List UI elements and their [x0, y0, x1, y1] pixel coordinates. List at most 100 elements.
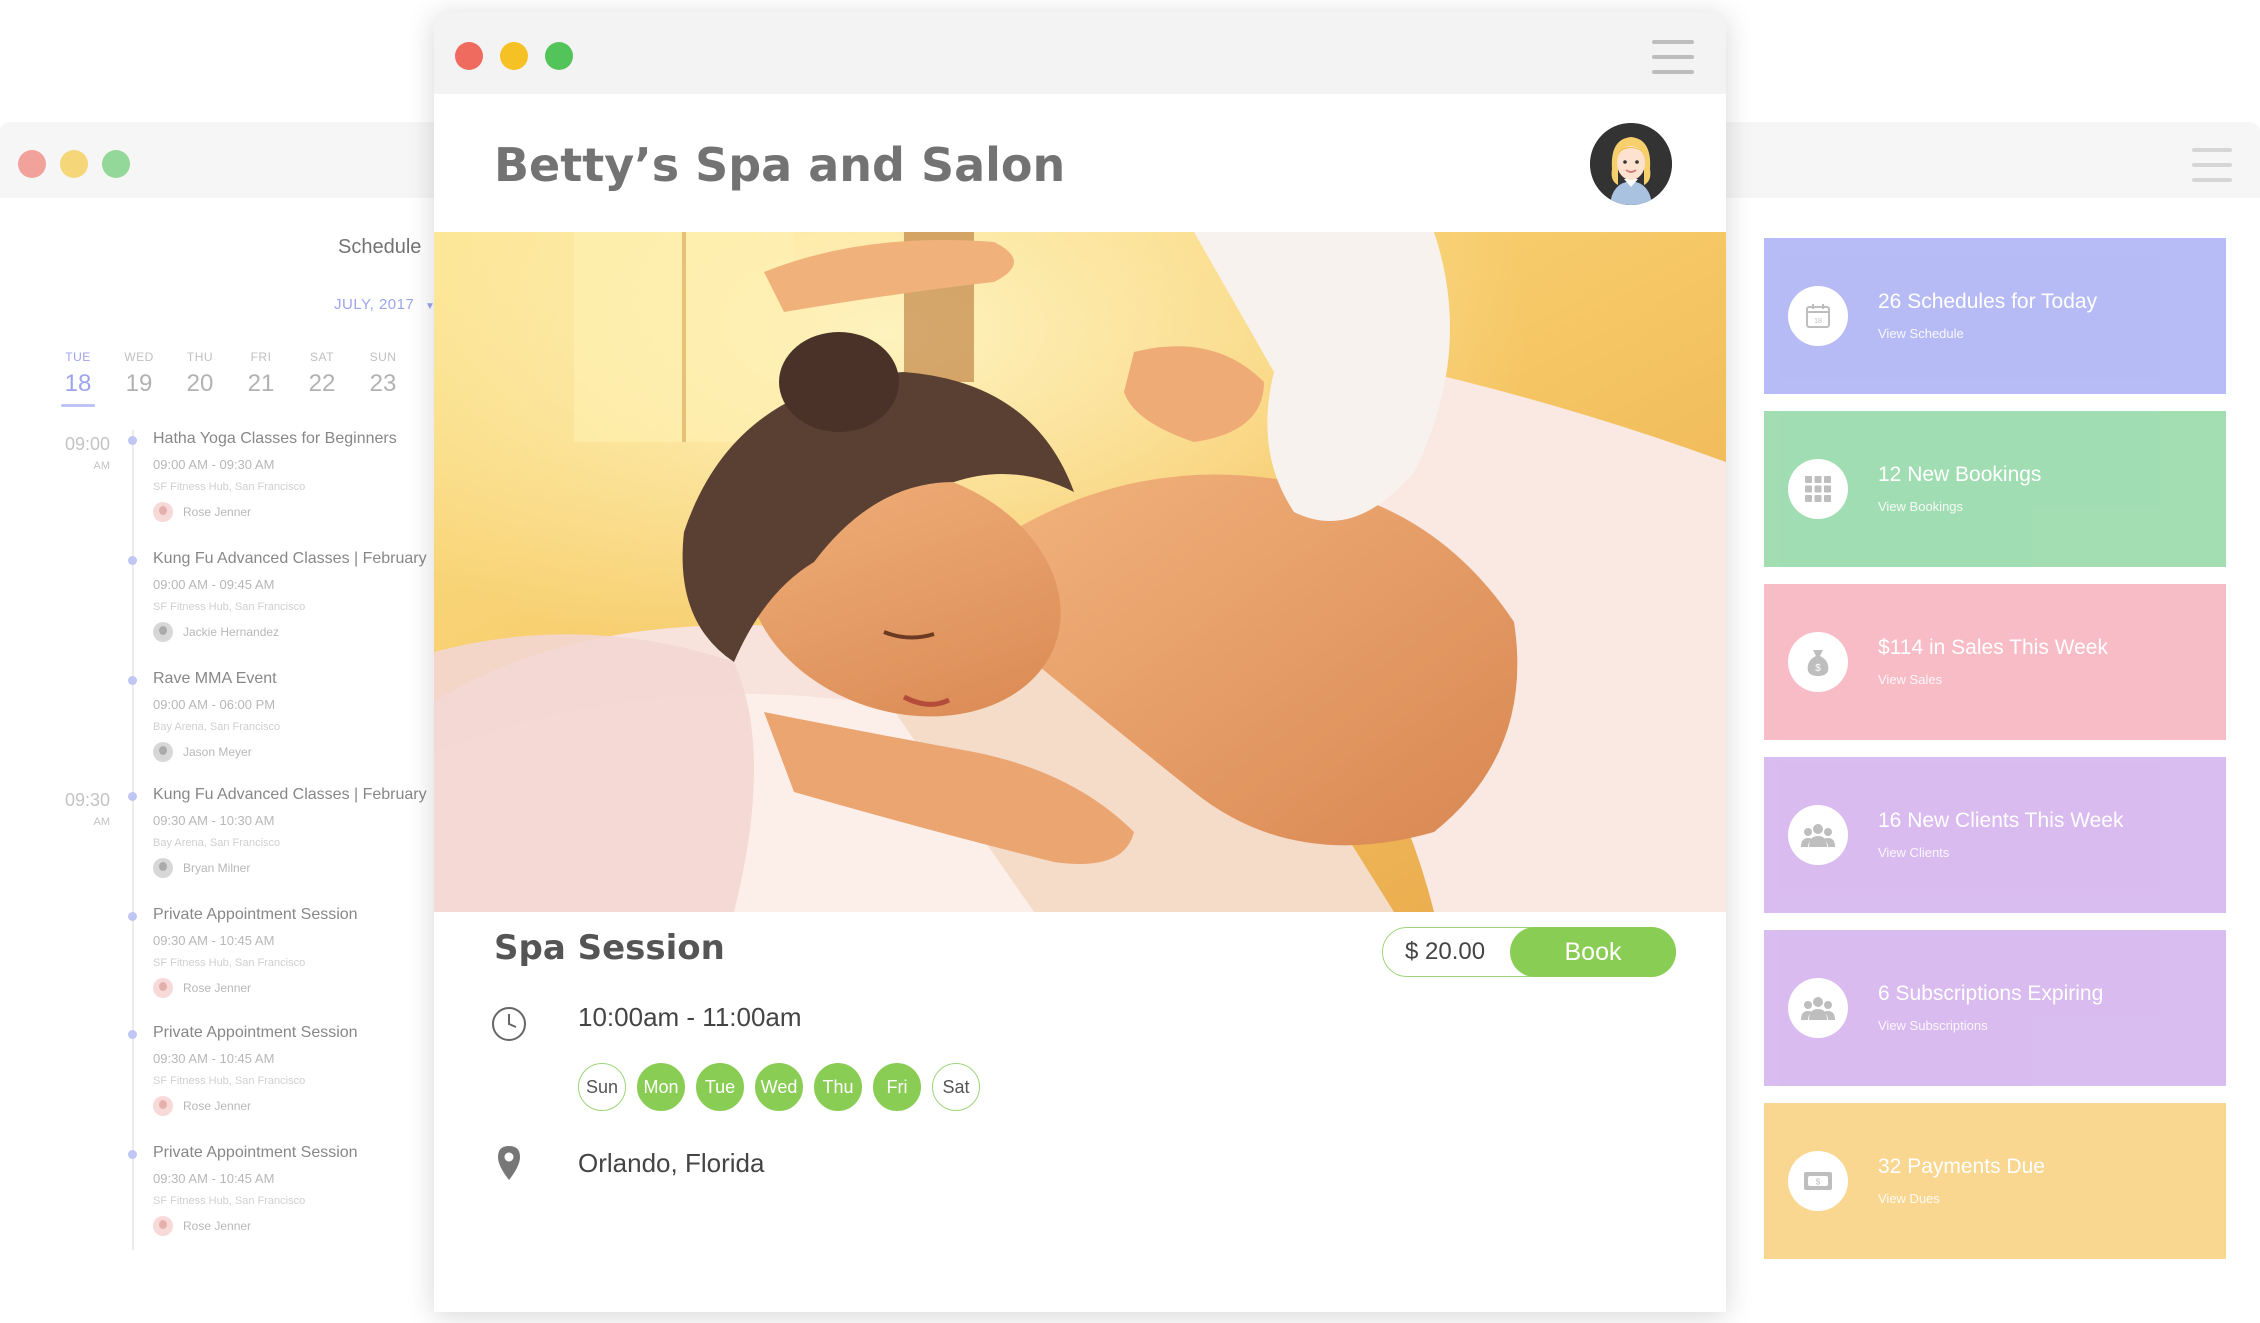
- day-name: SUN: [369, 350, 397, 364]
- instructor-avatar: [153, 1216, 173, 1236]
- schedule-list: 09:00 AM 09:30 AM Hatha Yoga Classes for…: [0, 430, 440, 1323]
- svg-text:$: $: [1815, 663, 1821, 674]
- event-time: 09:30 AM - 10:30 AM: [153, 813, 275, 828]
- month-dropdown[interactable]: JULY, 2017 ▼: [334, 296, 435, 313]
- schedule-event[interactable]: Rave MMA Event 09:00 AM - 06:00 PM Bay Are…: [128, 670, 440, 762]
- event-time: 09:00 AM - 09:45 AM: [153, 577, 275, 592]
- weekday-mon[interactable]: Mon: [637, 1063, 685, 1111]
- day-tue[interactable]: TUE 18: [52, 350, 104, 407]
- weekday-sun[interactable]: Sun: [578, 1063, 626, 1111]
- day-number: 19: [125, 370, 153, 397]
- clients-icon: [1788, 805, 1848, 865]
- weekday-thu[interactable]: Thu: [814, 1063, 862, 1111]
- stat-card[interactable]: 6 Subscriptions Expiring View Subscriptio…: [1764, 930, 2226, 1086]
- event-time: 09:30 AM - 10:45 AM: [153, 933, 275, 948]
- event-time: 09:00 AM - 09:30 AM: [153, 457, 275, 472]
- brand-title: Betty’s Spa and Salon: [494, 138, 1066, 192]
- event-location: SF Fitness Hub, San Francisco: [153, 957, 306, 969]
- event-time: 09:30 AM - 10:45 AM: [153, 1051, 275, 1066]
- event-instructor: Rose Jenner: [153, 1096, 440, 1116]
- main-titlebar: [434, 12, 1726, 94]
- session-hours: 10:00am - 11:00am: [578, 1002, 802, 1032]
- hamburger-menu-icon[interactable]: [1652, 40, 1694, 85]
- location-label: Orlando, Florida: [578, 1148, 765, 1178]
- event-dot: [128, 676, 137, 685]
- avatar[interactable]: [1590, 123, 1672, 205]
- weekday-tue[interactable]: Tue: [696, 1063, 744, 1111]
- stat-card[interactable]: 16 New Clients This Week View Clients: [1764, 757, 2226, 913]
- close-dot[interactable]: [455, 42, 483, 70]
- day-fri[interactable]: FRI 21: [235, 350, 287, 398]
- stat-card-title: 12 New Bookings: [1878, 463, 2042, 486]
- event-time: 09:00 AM - 06:00 PM: [153, 697, 276, 712]
- event-dot: [128, 436, 137, 445]
- event-location: SF Fitness Hub, San Francisco: [153, 481, 306, 493]
- maximize-dot[interactable]: [545, 42, 573, 70]
- event-title: Hatha Yoga Classes for Beginners: [153, 430, 397, 447]
- stat-card-link[interactable]: View Clients: [1878, 845, 1949, 860]
- schedule-title: Schedule: [338, 236, 422, 258]
- instructor-avatar: [153, 502, 173, 522]
- day-thu[interactable]: THU 20: [174, 350, 226, 398]
- day-wed[interactable]: WED 19: [113, 350, 165, 398]
- time-slot-ampm: AM: [93, 816, 111, 828]
- time-slot-ampm: AM: [93, 460, 111, 472]
- stat-card[interactable]: $ $114 in Sales This Week View Sales: [1764, 584, 2226, 740]
- minimize-dot[interactable]: [500, 42, 528, 70]
- instructor-name: Jason Meyer: [183, 745, 252, 759]
- stat-card-link[interactable]: View Sales: [1878, 672, 1942, 687]
- event-location: SF Fitness Hub, San Francisco: [153, 1195, 306, 1207]
- stat-card-link[interactable]: View Bookings: [1878, 499, 1963, 514]
- day-number: 18: [52, 370, 104, 407]
- stat-card-title: 32 Payments Due: [1878, 1155, 2045, 1178]
- stat-card[interactable]: 18 26 Schedules for Today View Schedule: [1764, 238, 2226, 394]
- stat-card[interactable]: $32 Payments Due View Dues: [1764, 1103, 2226, 1259]
- weekday-wed[interactable]: Wed: [755, 1063, 803, 1111]
- schedule-event[interactable]: Private Appointment Session 09:30 AM - 10…: [128, 1144, 440, 1236]
- service-title: Spa Session: [494, 928, 725, 968]
- event-title: Kung Fu Advanced Classes | February: [153, 786, 427, 803]
- weekday-fri[interactable]: Fri: [873, 1063, 921, 1111]
- stat-card-link[interactable]: View Dues: [1878, 1191, 1940, 1206]
- event-instructor: Jackie Hernandez: [153, 622, 440, 642]
- day-sun[interactable]: SUN 23: [357, 350, 409, 398]
- day-name: THU: [186, 350, 214, 364]
- book-button[interactable]: Book: [1510, 927, 1676, 977]
- event-instructor: Jason Meyer: [153, 742, 440, 762]
- event-title: Kung Fu Advanced Classes | February: [153, 550, 427, 567]
- money-bag-icon: $: [1788, 632, 1848, 692]
- hero-image: [434, 232, 1726, 912]
- event-dot: [128, 1030, 137, 1039]
- bg-minimize-dot[interactable]: [60, 150, 88, 178]
- day-strip: TUE 18 WED 19 THU 20 FRI 21 SAT 22 SUN 23: [52, 350, 442, 410]
- instructor-avatar: [153, 742, 173, 762]
- main-window: Betty’s Spa and Salon Spa Session $ 20.0…: [434, 12, 1726, 1312]
- instructor-name: Rose Jenner: [183, 1099, 252, 1113]
- event-dot: [128, 1150, 137, 1159]
- bg-close-dot[interactable]: [18, 150, 46, 178]
- weekday-sat[interactable]: Sat: [932, 1063, 980, 1111]
- payment-icon: $: [1788, 1151, 1848, 1211]
- day-name: SAT: [310, 350, 334, 364]
- instructor-avatar: [153, 858, 173, 878]
- event-title: Private Appointment Session: [153, 906, 358, 923]
- stat-card-link[interactable]: View Schedule: [1878, 326, 1964, 341]
- schedule-event[interactable]: Hatha Yoga Classes for Beginners 09:00 AM…: [128, 430, 440, 522]
- schedule-event[interactable]: Kung Fu Advanced Classes | February 09:00…: [128, 550, 440, 642]
- day-number: 21: [247, 370, 275, 397]
- svg-text:$: $: [1816, 1178, 1821, 1187]
- stat-card[interactable]: 12 New Bookings View Bookings: [1764, 411, 2226, 567]
- bg-maximize-dot[interactable]: [102, 150, 130, 178]
- day-number: 23: [369, 370, 397, 397]
- schedule-event[interactable]: Private Appointment Session 09:30 AM - 10…: [128, 906, 440, 998]
- schedule-event[interactable]: Kung Fu Advanced Classes | February 09:30…: [128, 786, 440, 878]
- clock-icon: [491, 1006, 527, 1047]
- bg-hamburger-menu-icon[interactable]: [2192, 148, 2232, 193]
- price-book-group: $ 20.00 Book: [1382, 927, 1676, 977]
- schedule-event[interactable]: Private Appointment Session 09:30 AM - 10…: [128, 1024, 440, 1116]
- stat-card-link[interactable]: View Subscriptions: [1878, 1018, 1988, 1033]
- event-location: SF Fitness Hub, San Francisco: [153, 601, 306, 613]
- day-sat[interactable]: SAT 22: [296, 350, 348, 398]
- stat-card-title: 6 Subscriptions Expiring: [1878, 982, 2104, 1005]
- time-slot-label: 09:30: [64, 790, 110, 810]
